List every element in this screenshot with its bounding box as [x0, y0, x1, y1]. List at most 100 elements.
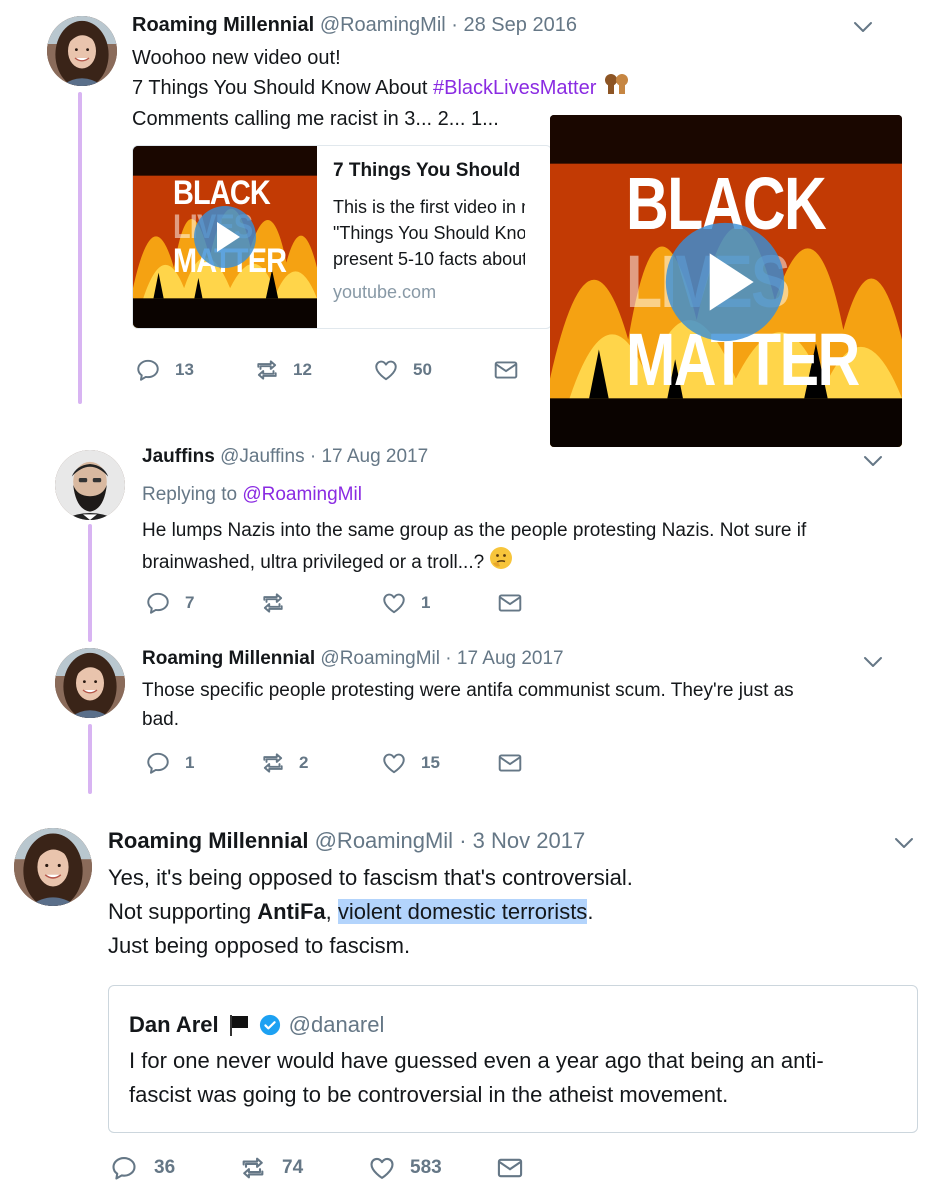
retweet-count: 74 — [282, 1157, 304, 1178]
retweet-icon — [259, 750, 287, 776]
emphasized-text: AntiFa — [257, 899, 326, 924]
like-button[interactable]: 583 — [368, 1154, 496, 1182]
thread-connector — [88, 524, 92, 642]
quoted-tweet[interactable]: Dan Arel @danarel I for one never would … — [108, 985, 918, 1133]
dm-icon — [496, 1154, 524, 1182]
user-handle[interactable]: @RoamingMil — [320, 648, 440, 669]
like-button[interactable]: 15 — [381, 750, 497, 776]
tweet-header: Roaming Millennial @RoamingMil · 17 Aug … — [142, 648, 564, 670]
quoted-tweet-header: Dan Arel @danarel — [129, 1012, 384, 1038]
thread-connector — [78, 92, 82, 404]
avatar[interactable] — [55, 648, 125, 718]
reply-button[interactable]: 13 — [135, 357, 253, 383]
link-card[interactable]: BLACK LIVES MATTER 7 Things You Should K… — [132, 145, 552, 329]
avatar[interactable] — [55, 450, 125, 520]
card-domain: youtube.com — [333, 282, 437, 303]
user-handle[interactable]: @Jauffins — [220, 446, 304, 467]
tweet-text: Yes, it's being opposed to fascism that'… — [108, 861, 633, 963]
tweet-actions: 36 74 583 — [110, 1154, 524, 1182]
thinking-face-icon — [489, 546, 513, 580]
card-thumbnail[interactable]: BLACK LIVES MATTER — [133, 146, 317, 328]
tweet-line: brainwashed, ultra privileged or a troll… — [142, 546, 806, 580]
user-handle[interactable]: @RoamingMil — [315, 828, 453, 853]
tweet-text: He lumps Nazis into the same group as th… — [142, 516, 806, 580]
dm-button[interactable] — [493, 357, 519, 383]
reply-button[interactable]: 36 — [110, 1154, 238, 1182]
reply-icon — [135, 357, 161, 383]
separator: · — [309, 446, 317, 467]
mention-link[interactable]: @RoamingMil — [242, 484, 362, 505]
reply-button[interactable]: 1 — [145, 750, 259, 776]
card-title[interactable]: 7 Things You Should Know About — [333, 160, 525, 182]
tweet-date[interactable]: 17 Aug 2017 — [321, 446, 428, 467]
selected-text[interactable]: violent domestic terrorists — [337, 899, 588, 924]
separator: · — [445, 648, 452, 669]
like-count: 1 — [421, 593, 431, 612]
tweet-header: Roaming Millennial @RoamingMil · 3 Nov 2… — [108, 828, 585, 854]
tweet-actions: 13 12 50 — [135, 357, 519, 383]
like-icon — [381, 750, 407, 776]
tweet-line: Yes, it's being opposed to fascism that'… — [108, 865, 633, 890]
like-count: 50 — [413, 360, 432, 379]
tweet-line: Woohoo new video out! — [132, 47, 341, 69]
video-preview-popup[interactable]: BLACK LIVES MATTER — [550, 115, 902, 447]
tweet-date[interactable]: 17 Aug 2017 — [457, 648, 564, 669]
dm-button[interactable] — [497, 750, 523, 776]
retweet-button[interactable] — [259, 590, 381, 616]
hashtag-link[interactable]: #BlackLivesMatter — [433, 77, 596, 99]
display-name[interactable]: Jauffins — [142, 446, 215, 467]
tweet-line: Those specific people protesting were an… — [142, 680, 794, 701]
chevron-down-icon[interactable] — [862, 655, 884, 669]
tweet-date[interactable]: 28 Sep 2016 — [464, 14, 577, 36]
like-icon — [368, 1154, 396, 1182]
play-icon[interactable] — [662, 219, 788, 345]
chevron-down-icon[interactable] — [852, 20, 874, 34]
separator: · — [451, 14, 458, 36]
avatar[interactable] — [14, 828, 92, 906]
retweet-count: 2 — [299, 753, 309, 772]
reply-button[interactable]: 7 — [145, 590, 259, 616]
retweet-button[interactable]: 12 — [253, 357, 373, 383]
thread-connector — [88, 724, 92, 794]
tweet-line-text: . — [587, 899, 594, 924]
tweet-header: Jauffins @Jauffins · 17 Aug 2017 — [142, 446, 428, 468]
like-count: 583 — [410, 1157, 442, 1178]
tweet-line: Not supporting AntiFa, violent domestic … — [108, 895, 633, 929]
tweet-line: I for one never would have guessed even … — [129, 1048, 824, 1073]
retweet-button[interactable]: 74 — [238, 1154, 368, 1182]
display-name[interactable]: Roaming Millennial — [132, 14, 314, 36]
chevron-down-icon[interactable] — [893, 836, 915, 850]
dm-icon — [497, 750, 523, 776]
chevron-down-icon[interactable] — [862, 454, 884, 468]
tweet-line: fascist was going to be controversial in… — [129, 1082, 729, 1108]
quoted-tweet-text: I for one never would have guessed even … — [129, 1044, 889, 1112]
user-handle[interactable]: @RoamingMil — [320, 14, 446, 36]
tweet-actions: 1 2 15 — [145, 750, 523, 776]
separator: · — [459, 828, 467, 853]
retweet-icon — [253, 357, 281, 383]
display-name[interactable]: Roaming Millennial — [108, 828, 308, 853]
like-button[interactable]: 50 — [373, 357, 493, 383]
reply-count: 7 — [185, 593, 195, 612]
tweet-line: 7 Things You Should Know About #BlackLiv… — [132, 73, 632, 104]
reply-count: 36 — [154, 1157, 176, 1178]
user-handle[interactable]: @danarel — [289, 1012, 385, 1038]
reply-icon — [110, 1154, 138, 1182]
display-name[interactable]: Dan Arel — [129, 1012, 219, 1038]
display-name[interactable]: Roaming Millennial — [142, 648, 315, 669]
reply-icon — [145, 590, 171, 616]
dm-icon — [497, 590, 523, 616]
dm-button[interactable] — [497, 590, 523, 616]
like-button[interactable]: 1 — [381, 590, 497, 616]
replying-to-label: Replying to — [142, 484, 243, 505]
retweet-button[interactable]: 2 — [259, 750, 381, 776]
avatar[interactable] — [47, 16, 117, 86]
retweet-icon — [259, 590, 287, 616]
tweet-line: Just being opposed to fascism. — [108, 933, 411, 958]
tweet-date[interactable]: 3 Nov 2017 — [473, 828, 586, 853]
card-body: 7 Things You Should Know About This is t… — [333, 160, 525, 303]
tweet-line-text: 7 Things You Should Know About — [132, 77, 433, 99]
play-icon[interactable] — [192, 204, 258, 270]
tweet-line: He lumps Nazis into the same group as th… — [142, 520, 807, 541]
dm-button[interactable] — [496, 1154, 524, 1182]
